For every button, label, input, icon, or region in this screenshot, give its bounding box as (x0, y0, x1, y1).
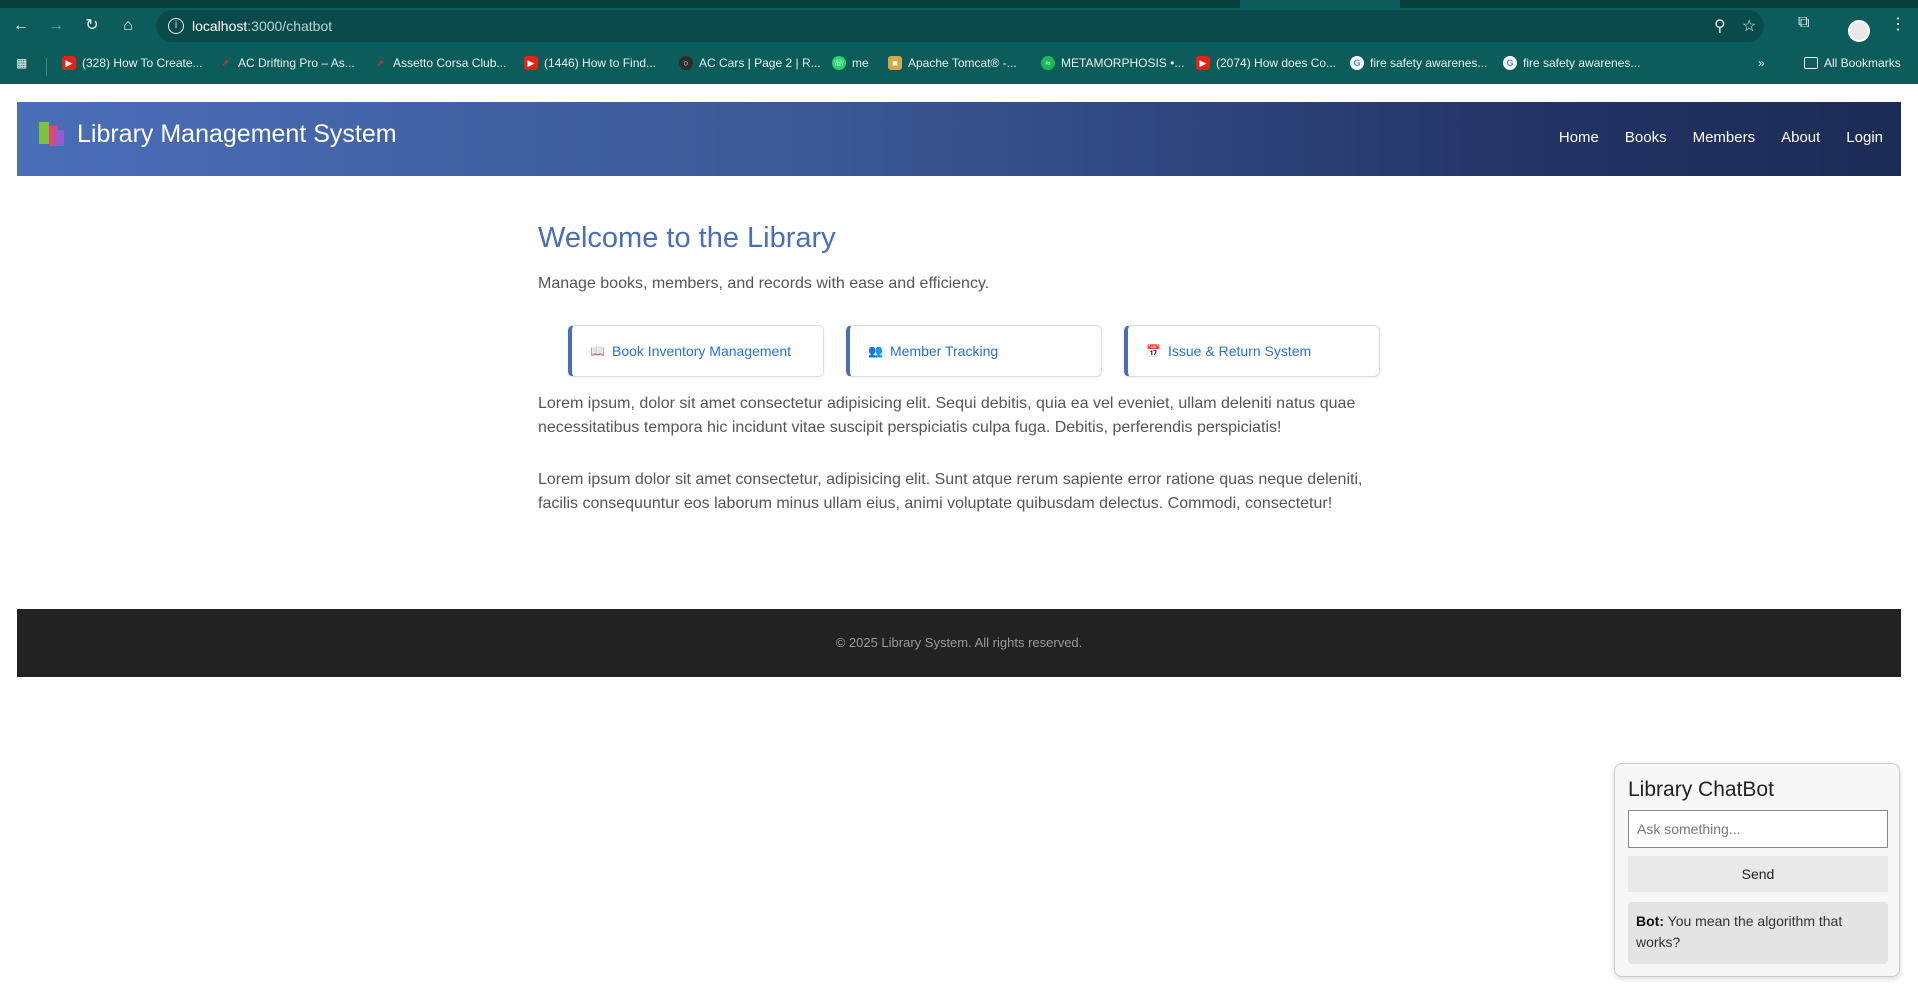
main-nav: Home Books Members About Login (1559, 129, 1883, 146)
feature-label: Issue & Return System (1168, 343, 1312, 359)
address-bar[interactable]: i localhost:3000/chatbot ⚲ ☆ (156, 10, 1764, 42)
forward-icon[interactable]: → (44, 14, 68, 38)
page-subtitle: Manage books, members, and records with … (538, 275, 990, 292)
calendar-icon: 📅 (1146, 344, 1161, 358)
feature-label: Member Tracking (890, 343, 999, 359)
spotify-icon: ≈ (1041, 56, 1055, 70)
feature-member-tracking[interactable]: 👥 Member Tracking (846, 325, 1102, 377)
bookmark-item[interactable]: ▶ (1446) How to Find... (524, 54, 656, 72)
bookmark-item[interactable]: Gfire safety awarenes... (1503, 54, 1640, 72)
intro-paragraph-2: Lorem ipsum dolor sit amet consectetur, … (538, 471, 1363, 512)
feature-issue-return[interactable]: 📅 Issue & Return System (1124, 325, 1380, 377)
bookmark-item[interactable]: Gfire safety awarenes... (1350, 54, 1487, 72)
whatsapp-icon: ☏ (832, 56, 846, 70)
message-text: You mean the algorithm that works? (1636, 913, 1843, 950)
browser-chrome: ← → ↻ ⌂ i localhost:3000/chatbot ⚲ ☆ ⧉ ⋮… (0, 0, 1918, 84)
bookmark-item[interactable]: ■ Apache Tomcat® -... (888, 54, 1017, 72)
youtube-icon: ▶ (1196, 56, 1210, 70)
assetto-corsa-icon: ↗ (376, 58, 384, 68)
site-info-icon[interactable]: i (168, 18, 184, 34)
bot-message: Bot: You mean the algorithm that works? (1628, 902, 1888, 964)
home-icon[interactable]: ⌂ (116, 14, 140, 38)
bookmark-item[interactable]: ≈ METAMORPHOSIS •... (1041, 54, 1184, 72)
bookmark-item[interactable]: ↗ AC Drifting Pro – As... (218, 54, 355, 72)
url-text[interactable]: localhost:3000/chatbot (192, 18, 332, 34)
site-header: Library Management System Home Books Mem… (17, 102, 1901, 176)
feature-label: Book Inventory Management (612, 343, 791, 359)
star-icon[interactable]: ☆ (1742, 16, 1756, 36)
chatbot-title: Library ChatBot (1628, 778, 1774, 801)
nav-home[interactable]: Home (1559, 129, 1599, 146)
ac-drifting-icon: ↗ (221, 58, 229, 68)
back-icon[interactable]: ← (9, 14, 33, 38)
main-content: Welcome to the Library Manage books, mem… (538, 222, 1388, 512)
tomcat-icon: ■ (888, 56, 902, 70)
nav-books[interactable]: Books (1625, 129, 1667, 146)
zoom-icon[interactable]: ⚲ (1714, 16, 1726, 36)
site-title: Library Management System (77, 120, 397, 148)
site-footer: © 2025 Library System. All rights reserv… (17, 609, 1901, 677)
bookmark-item[interactable]: ▶ (328) How To Create... (62, 54, 203, 72)
feature-list: 📖 Book Inventory Management 👥 Member Tra… (568, 325, 1380, 377)
brand[interactable]: Library Management System (39, 120, 397, 149)
profile-avatar[interactable] (1848, 20, 1870, 42)
nav-members[interactable]: Members (1693, 129, 1756, 146)
address-row: ← → ↻ ⌂ i localhost:3000/chatbot ⚲ ☆ ⧉ ⋮ (0, 8, 1918, 44)
bookmark-item[interactable]: ↗ Assetto Corsa Club... (373, 54, 506, 72)
all-bookmarks[interactable]: All Bookmarks (1804, 54, 1901, 72)
extensions-icon[interactable]: ⧉ (1798, 14, 1809, 32)
race-icon: ○ (679, 56, 693, 70)
bookmark-item[interactable]: ○ AC Cars | Page 2 | R... (679, 54, 821, 72)
more-bookmarks-icon[interactable]: » (1758, 54, 1765, 72)
message-sender: Bot: (1636, 913, 1664, 929)
feature-book-inventory[interactable]: 📖 Book Inventory Management (568, 325, 824, 377)
members-icon: 👥 (868, 344, 883, 358)
page-title: Welcome to the Library (538, 222, 836, 254)
chat-input[interactable] (1628, 810, 1888, 848)
apps-icon[interactable]: ▦ (16, 54, 27, 72)
nav-about[interactable]: About (1781, 129, 1820, 146)
google-icon: G (1503, 56, 1517, 70)
chatbot-widget: Library ChatBot Send Bot: You mean the a… (1614, 763, 1900, 977)
google-icon: G (1350, 56, 1364, 70)
send-button[interactable]: Send (1628, 856, 1888, 892)
tab-strip (0, 0, 1918, 8)
bookmark-item[interactable]: ▶ (2074) How does Co... (1196, 54, 1336, 72)
folder-icon (1804, 57, 1818, 69)
youtube-icon: ▶ (62, 56, 76, 70)
reload-icon[interactable]: ↻ (80, 14, 104, 38)
menu-icon[interactable]: ⋮ (1890, 14, 1906, 34)
books-icon (39, 121, 65, 148)
copyright-text: © 2025 Library System. All rights reserv… (835, 635, 1083, 650)
bookmark-item[interactable]: ☏ me (832, 54, 869, 72)
book-icon: 📖 (590, 344, 605, 358)
youtube-icon: ▶ (524, 56, 538, 70)
nav-login[interactable]: Login (1846, 129, 1883, 146)
bookmarks-bar: ▦ ▶ (328) How To Create... ↗ AC Drifting P… (0, 46, 1918, 80)
intro-paragraph-1: Lorem ipsum, dolor sit amet consectetur … (538, 395, 1356, 436)
